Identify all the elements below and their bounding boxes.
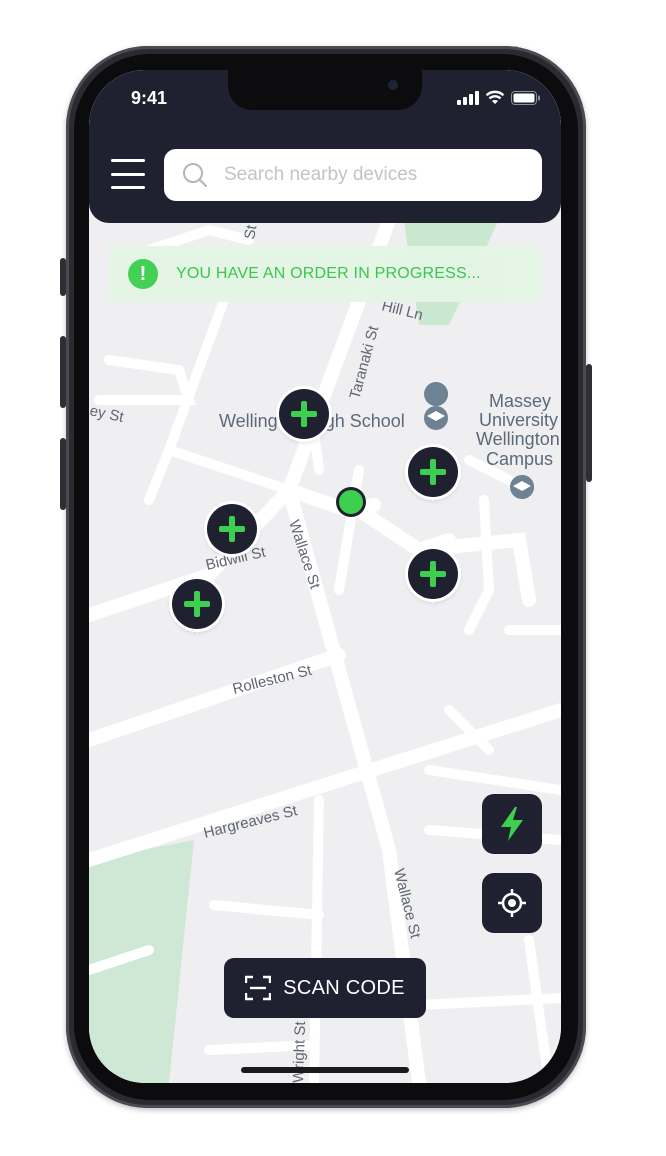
volume-down-button	[60, 438, 66, 510]
locate-me-button[interactable]	[482, 873, 542, 933]
plus-icon	[420, 561, 446, 587]
app-screen: St Taranaki St Hill Ln Wellington High S…	[89, 70, 561, 1083]
map-label-massey-3: Wellington	[476, 429, 560, 449]
charger-pin[interactable]	[408, 447, 458, 505]
crosshair-icon	[498, 889, 526, 917]
scan-code-button[interactable]: SCAN CODE	[224, 958, 426, 1018]
status-time: 9:41	[131, 88, 168, 108]
battery-icon	[511, 90, 540, 105]
hamburger-icon	[111, 159, 145, 162]
wifi-icon	[485, 90, 505, 104]
charger-pin[interactable]	[172, 579, 222, 637]
order-progress-banner[interactable]: ! YOU HAVE AN ORDER IN PROGRESS...	[108, 246, 542, 302]
charger-pin[interactable]	[279, 389, 329, 447]
home-indicator[interactable]	[241, 1067, 409, 1073]
plus-icon	[219, 516, 245, 542]
status-icons	[457, 90, 541, 105]
menu-button[interactable]	[111, 159, 145, 189]
order-progress-text: YOU HAVE AN ORDER IN PROGRESS...	[176, 265, 481, 282]
lightning-icon	[501, 807, 523, 841]
plus-icon	[420, 459, 446, 485]
front-camera	[388, 80, 398, 90]
scan-frame-icon	[245, 975, 272, 1001]
power-button	[586, 364, 592, 482]
user-location-dot	[339, 490, 363, 514]
charge-filter-button[interactable]	[482, 794, 542, 854]
charger-pin[interactable]	[408, 549, 458, 607]
search-input[interactable]	[222, 163, 526, 187]
map-label-massey-4: Campus	[486, 449, 553, 469]
map-label-wright: Wright St	[290, 1020, 309, 1083]
exclamation-icon: !	[128, 259, 158, 289]
charger-pin[interactable]	[207, 504, 257, 562]
map-label-massey-1: Massey	[489, 391, 551, 411]
scan-code-label: SCAN CODE	[283, 976, 405, 999]
top-bar: 9:41	[89, 70, 561, 223]
map-label-massey-2: University	[479, 410, 558, 430]
notch	[228, 70, 422, 110]
plus-icon	[291, 401, 317, 427]
signal-icon	[457, 90, 479, 105]
search-icon	[183, 163, 207, 187]
plus-icon	[184, 591, 210, 617]
search-bar[interactable]	[164, 149, 542, 201]
volume-up-button	[60, 336, 66, 408]
mute-switch	[60, 258, 66, 296]
